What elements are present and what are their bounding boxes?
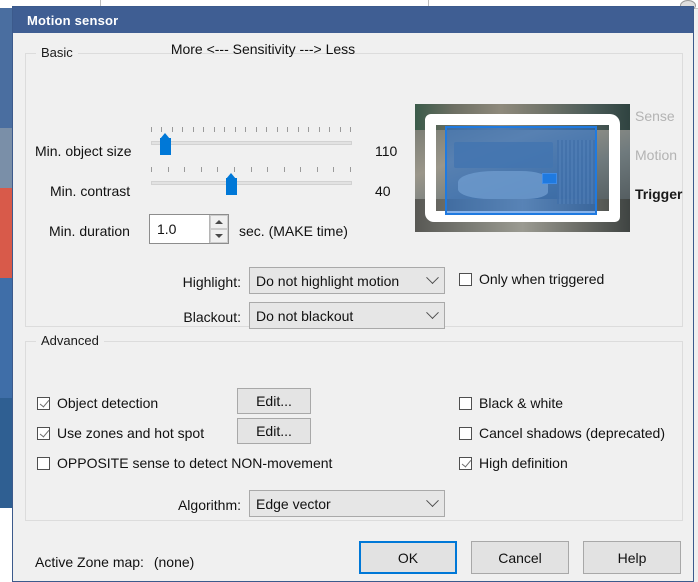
spinner-down-button[interactable] [210, 229, 228, 243]
slider-thumb[interactable] [159, 133, 171, 155]
min-duration-spinner[interactable]: 1.0 [149, 214, 229, 244]
motion-sensor-dialog: Motion sensor Basic More <--- Sensitivit… [12, 6, 694, 582]
black-and-white-label: Black & white [479, 395, 564, 411]
checkbox-box [459, 426, 472, 440]
cancel-button-label: Cancel [498, 549, 542, 566]
slider-ticks [151, 167, 352, 174]
title-bar[interactable]: Motion sensor [13, 7, 693, 33]
ok-button-label: OK [397, 549, 419, 566]
object-detection-edit-button[interactable]: Edit... [237, 388, 311, 414]
sensitivity-header: More <--- Sensitivity ---> Less [170, 41, 356, 57]
min-duration-value[interactable]: 1.0 [150, 221, 209, 237]
chevron-down-icon [420, 306, 444, 320]
only-when-triggered-label: Only when triggered [479, 271, 605, 287]
object-detection-label: Object detection [57, 395, 159, 411]
slider-track[interactable] [151, 181, 352, 185]
cancel-button[interactable]: Cancel [471, 541, 569, 574]
chevron-down-icon [215, 234, 223, 238]
checkbox-box [37, 396, 50, 410]
cancel-shadows-checkbox[interactable]: Cancel shadows (deprecated) [459, 425, 665, 441]
status-trigger: Trigger [635, 186, 683, 202]
min-contrast-label: Min. contrast [50, 183, 131, 199]
dialog-body: Basic More <--- Sensitivity ---> Less Mi… [13, 33, 693, 581]
use-zones-edit-button[interactable]: Edit... [237, 418, 311, 444]
high-definition-checkbox[interactable]: High definition [459, 455, 568, 471]
status-sense: Sense [635, 108, 675, 124]
chevron-down-icon [420, 494, 444, 508]
ok-button[interactable]: OK [359, 541, 457, 574]
edit-button-label: Edit... [256, 393, 292, 409]
active-zone-map: Active Zone map: (none) [35, 554, 194, 570]
algorithm-value: Edge vector [256, 495, 331, 512]
preview-status-labels: Sense Motion Trigger [635, 108, 693, 225]
slider-track[interactable] [151, 141, 352, 145]
use-zones-hot-spot-checkbox[interactable]: Use zones and hot spot [37, 425, 204, 441]
algorithm-select[interactable]: Edge vector [249, 490, 445, 517]
min-contrast-value: 40 [375, 183, 391, 199]
checkbox-box [37, 426, 50, 440]
slider-ticks [151, 127, 352, 134]
slider-thumb[interactable] [225, 173, 237, 195]
highlight-label: Highlight: [182, 274, 241, 290]
edit-button-label: Edit... [256, 423, 292, 439]
highlight-value: Do not highlight motion [256, 272, 400, 289]
checkbox-box [37, 456, 50, 470]
min-object-size-label: Min. object size [35, 143, 132, 159]
help-button[interactable]: Help [583, 541, 681, 574]
camera-preview[interactable] [415, 104, 630, 232]
window-title: Motion sensor [27, 12, 119, 28]
blackout-select[interactable]: Do not blackout [249, 302, 445, 329]
background-left-strip [0, 0, 12, 582]
help-button-label: Help [617, 549, 647, 566]
checkbox-box [459, 456, 472, 470]
only-when-triggered-checkbox[interactable]: Only when triggered [459, 271, 604, 287]
status-motion: Motion [635, 147, 678, 163]
min-duration-suffix: sec. (MAKE time) [239, 223, 348, 239]
preview-motion-zone [445, 126, 597, 215]
min-object-size-value: 110 [375, 143, 398, 159]
basic-group-label: Basic [36, 45, 78, 60]
black-and-white-checkbox[interactable]: Black & white [459, 395, 563, 411]
algorithm-label: Algorithm: [177, 497, 241, 513]
active-zone-map-label: Active Zone map: [35, 554, 144, 570]
checkbox-box [459, 272, 472, 286]
spinner-buttons[interactable] [209, 215, 228, 243]
opposite-sense-checkbox[interactable]: OPPOSITE sense to detect NON-movement [37, 455, 332, 471]
spinner-up-button[interactable] [210, 215, 228, 229]
min-contrast-slider[interactable] [149, 167, 354, 195]
blackout-label: Blackout: [183, 309, 241, 325]
high-definition-label: High definition [479, 455, 568, 471]
blackout-value: Do not blackout [256, 307, 354, 324]
checkbox-box [459, 396, 472, 410]
chevron-down-icon [420, 271, 444, 285]
screen: Motion sensor Basic More <--- Sensitivit… [0, 0, 698, 582]
opposite-sense-label: OPPOSITE sense to detect NON-movement [57, 455, 333, 471]
preview-hot-spot [542, 173, 557, 184]
cancel-shadows-label: Cancel shadows (deprecated) [479, 425, 665, 441]
advanced-group-label: Advanced [36, 333, 104, 348]
min-duration-label: Min. duration [49, 223, 130, 239]
object-detection-checkbox[interactable]: Object detection [37, 395, 158, 411]
use-zones-hot-spot-label: Use zones and hot spot [57, 425, 205, 441]
min-object-size-slider[interactable] [149, 127, 354, 155]
chevron-up-icon [215, 220, 223, 224]
highlight-select[interactable]: Do not highlight motion [249, 267, 445, 294]
active-zone-map-value: (none) [153, 554, 195, 570]
